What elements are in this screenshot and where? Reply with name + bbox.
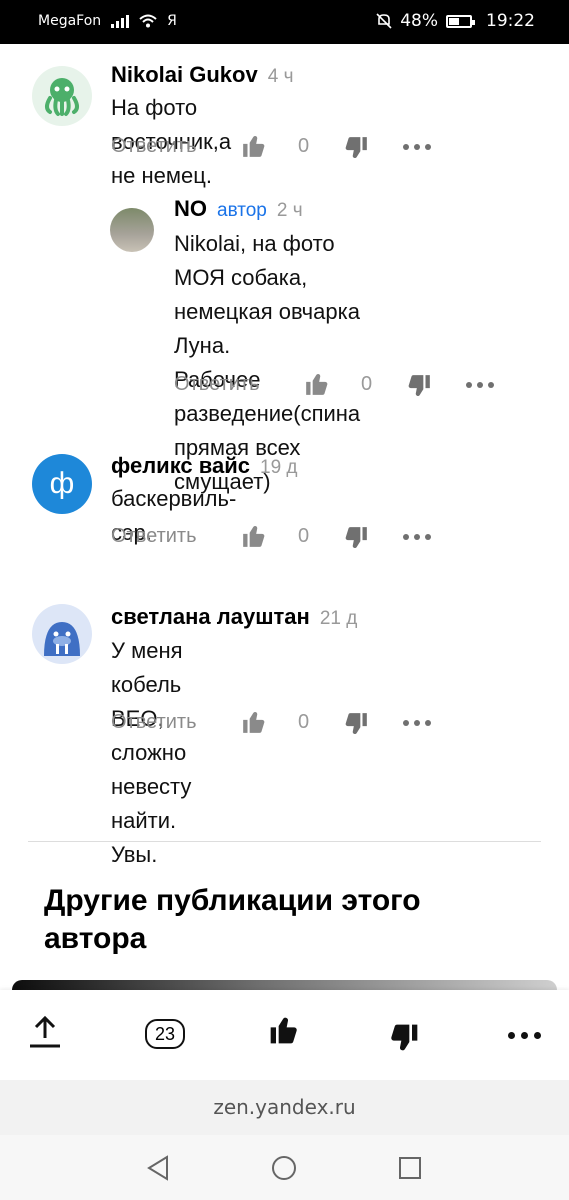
thumbs-up-icon[interactable] — [241, 709, 267, 735]
bottom-action-bar: 23 — [0, 990, 569, 1080]
more-options-icon[interactable] — [403, 720, 431, 726]
mute-icon — [376, 13, 392, 29]
section-title: Другие публикации этого автора — [44, 884, 421, 955]
thumbs-down-icon[interactable] — [343, 525, 369, 551]
avatar[interactable]: ф — [32, 454, 92, 514]
more-options-icon[interactable] — [403, 144, 431, 150]
more-options-icon[interactable] — [403, 534, 431, 540]
comment-text-line: немецкая овчарка Луна. — [174, 299, 360, 358]
avatar[interactable] — [32, 604, 92, 664]
comment-author[interactable]: NO — [174, 196, 207, 221]
like-count: 0 — [298, 135, 310, 157]
status-bar: MegaFon Я 48% 19:22 — [0, 0, 569, 44]
clock: 19:22 — [486, 11, 535, 31]
avatar-letter: ф — [49, 467, 75, 500]
like-count: 0 — [298, 525, 310, 547]
like-count: 0 — [298, 711, 310, 733]
battery-icon — [446, 14, 475, 28]
comment-time: 4 ч — [267, 66, 294, 87]
thumbs-down-icon[interactable] — [343, 711, 369, 737]
recents-icon[interactable] — [398, 1156, 422, 1180]
share-icon[interactable] — [28, 1014, 62, 1050]
comment-time: 19 д — [260, 457, 298, 478]
comment-author[interactable]: Nikolai Gukov — [111, 62, 258, 87]
reply-button[interactable]: Ответить — [174, 373, 260, 396]
home-icon[interactable] — [271, 1155, 297, 1181]
more-options-icon[interactable] — [508, 1032, 541, 1039]
comment-author[interactable]: светлана лауштан — [111, 604, 310, 629]
reply-button[interactable]: Ответить — [111, 711, 197, 734]
reply-button[interactable]: Ответить — [111, 135, 197, 158]
like-count: 0 — [361, 373, 373, 395]
comment-text: У меня кобель ВЕО, сложно невесту найти.… — [111, 634, 191, 872]
comment-actions: Ответить 0 — [111, 709, 441, 739]
carrier-name: MegaFon — [38, 13, 102, 29]
wifi-icon — [139, 14, 157, 28]
comment-author[interactable]: феликс вайс — [111, 453, 250, 478]
thumbs-up-icon[interactable] — [241, 523, 267, 549]
comments-count-button[interactable]: 23 — [145, 1019, 185, 1049]
comment-actions: Ответить 0 — [111, 523, 441, 553]
author-badge: автор — [217, 200, 267, 221]
thumbs-up-icon[interactable] — [268, 1014, 300, 1046]
avatar[interactable] — [32, 66, 92, 126]
android-nav-bar — [0, 1135, 569, 1200]
walrus-icon — [44, 622, 80, 656]
avatar[interactable] — [110, 208, 154, 252]
reply-button[interactable]: Ответить — [111, 525, 197, 548]
octopus-icon — [45, 78, 79, 116]
comment-time: 21 д — [319, 608, 358, 629]
back-icon[interactable] — [146, 1155, 170, 1181]
comment-actions: Ответить 0 — [174, 371, 504, 401]
comment-time: 2 ч — [276, 200, 303, 221]
thumbs-up-icon[interactable] — [241, 133, 267, 159]
thumbs-up-icon[interactable] — [304, 371, 330, 397]
more-options-icon[interactable] — [466, 382, 494, 388]
yandex-browser-icon: Я — [167, 13, 177, 29]
divider — [28, 841, 541, 842]
battery-percent: 48% — [400, 11, 438, 31]
thumbs-down-icon[interactable] — [343, 135, 369, 161]
thumbs-down-icon[interactable] — [388, 1022, 420, 1054]
comment-actions: Ответить 0 — [111, 133, 441, 163]
signal-icon — [111, 14, 130, 28]
thumbs-down-icon[interactable] — [406, 373, 432, 399]
url-bar[interactable]: zen.yandex.ru — [0, 1080, 569, 1135]
comment-text-line: найти. Увы. — [111, 808, 177, 867]
comment-text-line: Nikolai, на фото МОЯ собака, — [174, 231, 335, 290]
